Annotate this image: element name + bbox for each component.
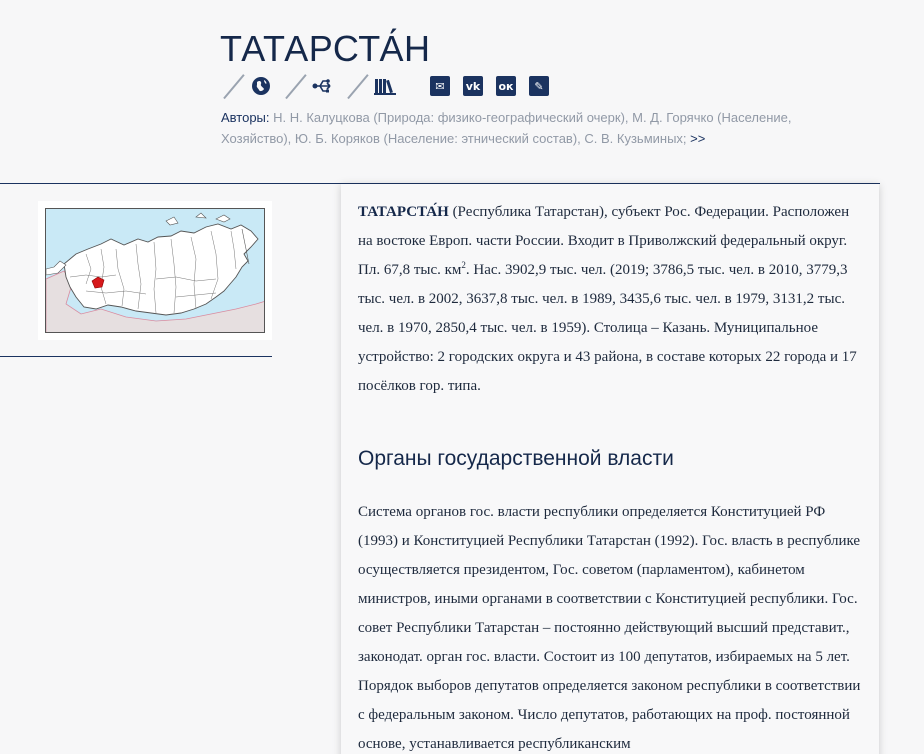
map-divider [0, 356, 272, 357]
authors-more-link[interactable]: >> [690, 131, 705, 146]
authors-text: Н. Н. Калуцкова (Природа: физико-географ… [221, 110, 792, 146]
globe-icon[interactable] [250, 75, 272, 97]
map-canvas [45, 208, 265, 333]
divider-slash [284, 73, 308, 99]
toolbar: ✉ vk ок ✎ [222, 72, 562, 100]
mail-icon[interactable]: ✉ [430, 76, 450, 96]
share-icon[interactable] [312, 75, 334, 97]
russia-map-svg [46, 209, 264, 332]
intro-paragraph: ТАТАРСТА́Н (Республика Татарстан), субъе… [358, 198, 861, 401]
section-paragraph: Система органов гос. власти республики о… [358, 504, 861, 752]
vk-icon[interactable]: vk [463, 76, 483, 96]
page-title: ТАТАРСТА́Н [220, 28, 431, 69]
article-body: ТАТАРСТА́Н (Республика Татарстан), субъе… [341, 184, 879, 754]
authors-label: Авторы: [221, 110, 270, 125]
library-icon[interactable] [374, 75, 396, 97]
divider-slash [346, 73, 370, 99]
livejournal-icon[interactable]: ✎ [529, 76, 549, 96]
section-heading: Органы государственной власти [358, 447, 674, 470]
intro-term: ТАТАРСТА́Н [358, 204, 449, 220]
authors-line: Авторы: Н. Н. Калуцкова (Природа: физико… [221, 107, 821, 149]
odnoklassniki-icon[interactable]: ок [496, 76, 516, 96]
divider-slash [222, 73, 246, 99]
intro-text-part2: . Нас. 3902,9 тыс. чел. (2019; 3786,5 ты… [358, 262, 857, 394]
location-map[interactable] [38, 201, 272, 340]
